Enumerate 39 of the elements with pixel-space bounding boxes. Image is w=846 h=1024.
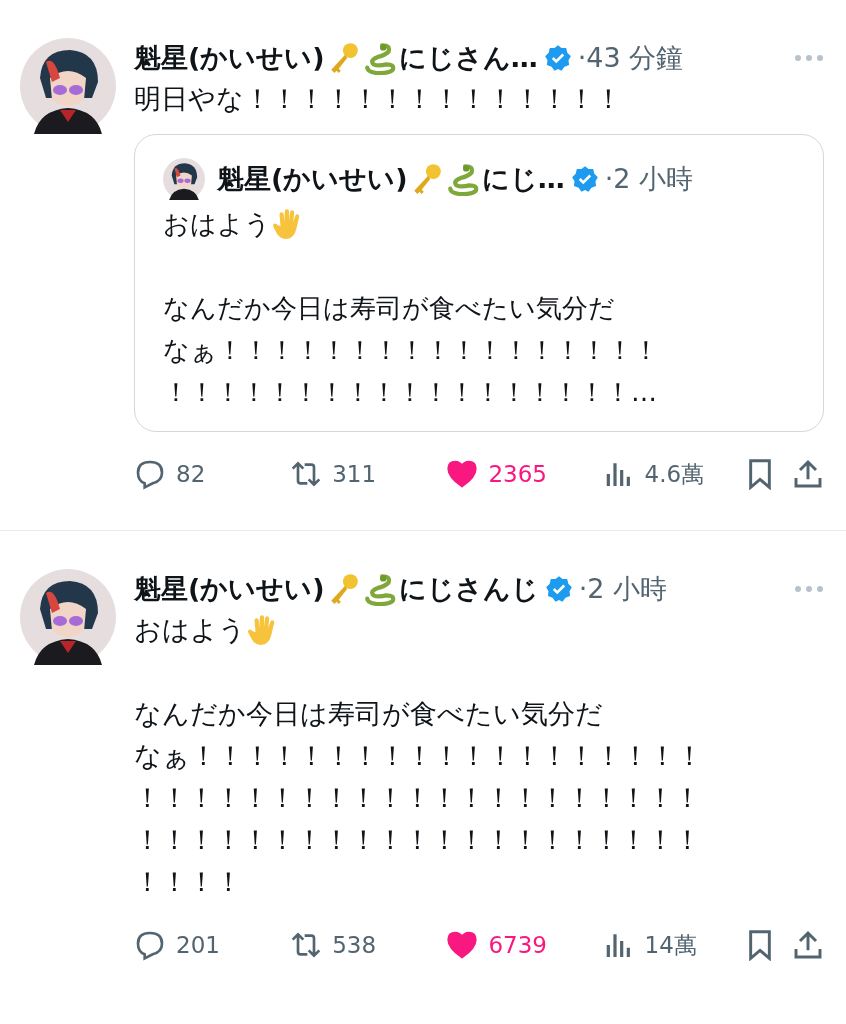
post-time[interactable]: ·2 小時: [578, 571, 668, 607]
heart-icon[interactable]: [446, 458, 479, 490]
post-text: なんだか今日は寿司が食べたい気分だ: [163, 292, 615, 325]
heart-icon[interactable]: [446, 929, 479, 961]
post-text: なんだか今日は寿司が食べたい気分だ: [134, 697, 603, 731]
post-text: ！！！！: [134, 865, 242, 899]
view-count: 4.6萬: [644, 459, 705, 489]
post-text: ！！！！！！！！！！！！！！！！！！…: [163, 376, 657, 409]
post-text: ！！！！！！！！！！！！！！！！！！！！！: [134, 781, 701, 815]
repost-count: 538: [332, 932, 377, 958]
snake-icon: [445, 162, 480, 196]
user-name-suffix: にじ…: [481, 162, 565, 196]
user-name-suffix[interactable]: にじさんじ: [398, 571, 539, 607]
like-count: 2365: [488, 461, 547, 487]
post-text: 明日やな！！！！！！！！！！！！！！: [134, 82, 622, 116]
like-count: 6739: [488, 932, 547, 958]
post-text: なぁ！！！！！！！！！！！！！！！！！: [163, 334, 659, 367]
snake-icon: [362, 572, 397, 606]
post-text: ！！！！！！！！！！！！！！！！！！！！！: [134, 823, 701, 857]
post-text: おはよう: [134, 613, 246, 647]
user-name: 魁星(かいせい): [217, 162, 408, 196]
reply-icon[interactable]: [134, 458, 166, 490]
reply-icon[interactable]: [134, 929, 166, 961]
post-text: おはよう: [163, 208, 271, 241]
post-text: なぁ！！！！！！！！！！！！！！！！！！！: [134, 739, 703, 773]
user-name-suffix[interactable]: にじさん…: [398, 40, 538, 76]
view-count: 14萬: [644, 930, 697, 960]
snake-icon: [362, 41, 397, 75]
avatar[interactable]: [20, 38, 116, 134]
avatar[interactable]: [20, 569, 116, 665]
reply-count: 201: [176, 932, 220, 958]
avatar: [163, 158, 205, 200]
user-name[interactable]: 魁星(かいせい): [134, 40, 325, 76]
reply-count: 82: [176, 461, 206, 487]
post-time: ·2 小時: [604, 162, 694, 196]
quoted-post-card[interactable]: 魁星(かいせい) にじ… ·2 小時 おはよう なんだか今日は寿司が食べたい気分だ なぁ！！！！！！！！！！！！！！！！！ ！！！！！！！！！！！！！！！！！！…: [134, 134, 824, 432]
user-name[interactable]: 魁星(かいせい): [134, 571, 325, 607]
post-time[interactable]: ·43 分鐘: [577, 40, 684, 76]
repost-count: 311: [332, 461, 377, 487]
